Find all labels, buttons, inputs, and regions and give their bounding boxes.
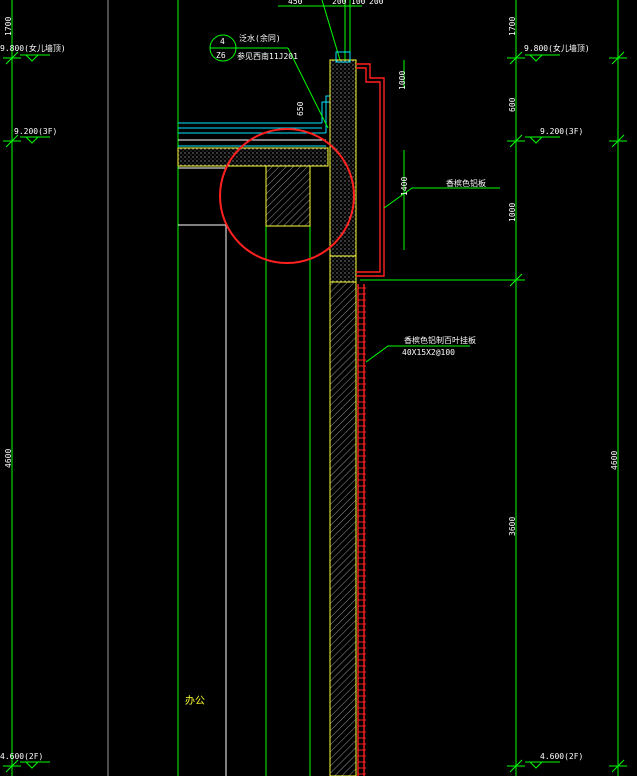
right-elev-3f: 9.200(3F) xyxy=(540,127,584,136)
parapet-wall xyxy=(329,51,357,283)
dim-100: 100 xyxy=(351,0,366,6)
note-louver: 香槟色铝制百叶挂板 xyxy=(404,336,476,345)
left-elev-2f: 4.600(2F) xyxy=(0,752,44,761)
detail-callout xyxy=(209,34,329,129)
right-dimension-line xyxy=(360,0,627,776)
room-name: 办公 xyxy=(185,696,205,707)
detail-number: 4 xyxy=(220,37,225,46)
note-louver-spec: 40X15X2@100 xyxy=(402,348,455,357)
right-dim-1700: 1700 xyxy=(508,16,517,36)
right-dim-4600: 4600 xyxy=(610,450,619,470)
right-dim-3600: 3600 xyxy=(508,516,517,536)
note-aluminum-panel: 香槟色铝板 xyxy=(446,179,486,188)
dim-1400: 1400 xyxy=(400,176,409,196)
detail-sheet: Z6 xyxy=(216,51,226,60)
note-flashing: 泛水(余同) xyxy=(239,34,281,43)
exterior-wall xyxy=(329,281,357,776)
left-dim-4600: 4600 xyxy=(4,448,13,468)
roof-slab xyxy=(177,147,329,227)
interior-column-lines xyxy=(107,0,311,776)
dim-200-b: 200 xyxy=(369,0,384,6)
dim-450: 450 xyxy=(288,0,303,6)
dim-650: 650 xyxy=(296,101,305,116)
top-dimension-lines xyxy=(278,0,362,61)
cad-section-drawing xyxy=(3,0,627,776)
note-reference: 参见西南11J201 xyxy=(237,52,298,61)
right-dim-600: 600 xyxy=(508,97,517,112)
right-dim-1000: 1000 xyxy=(508,202,517,222)
right-elev-parapet: 9.800(女儿墙顶) xyxy=(524,44,590,53)
louver-ticks xyxy=(358,287,366,775)
left-dim-1700: 1700 xyxy=(4,16,13,36)
dim-200-a: 200 xyxy=(332,0,347,6)
left-dimension-line xyxy=(3,0,50,776)
left-elev-3f: 9.200(3F) xyxy=(14,127,58,136)
left-elev-parapet: 9.800(女儿墙顶) xyxy=(0,44,66,53)
dim-1000-top: 1000 xyxy=(398,70,407,90)
right-elev-2f: 4.600(2F) xyxy=(540,752,584,761)
leader-lines xyxy=(365,60,500,363)
